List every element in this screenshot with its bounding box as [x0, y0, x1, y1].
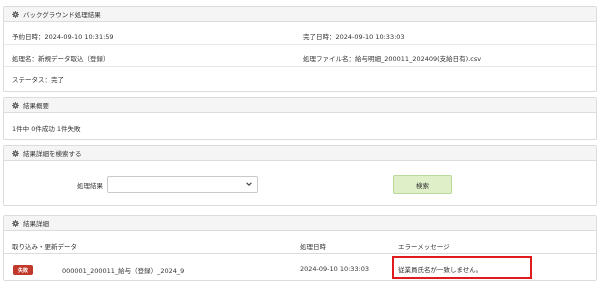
fail-badge: 失敗	[13, 265, 33, 275]
process-name: 処理名：新規データ取込（登録）	[12, 55, 110, 63]
summary-text: 1件中 0件成功 1件失敗	[12, 125, 81, 133]
panel-title: バックグラウンド処理結果	[23, 11, 101, 19]
search-button[interactable]: 検索	[393, 175, 452, 194]
divider	[4, 253, 596, 254]
gear-icon	[12, 219, 19, 227]
gear-icon	[12, 149, 19, 157]
panel-header: 結果詳細を検索する	[4, 146, 596, 161]
process-file-name: 処理ファイル名：給与明細_200011_202409(支給日有).csv	[303, 55, 482, 63]
background-result-panel: バックグラウンド処理結果 予約日時：2024-09-10 10:31:59 完了…	[3, 6, 597, 92]
row-error-message: 従業員氏名が一致しません。	[398, 266, 483, 274]
panel-header: バックグラウンド処理結果	[4, 7, 596, 22]
search-panel: 結果詳細を検索する 処理結果 検索	[3, 145, 597, 206]
gear-icon	[12, 10, 19, 18]
status-text: ステータス：完了	[12, 76, 64, 84]
column-header-processed-at: 処理日時	[300, 243, 326, 251]
completed-datetime: 完了日時：2024-09-10 10:33:03	[303, 33, 405, 41]
gear-icon	[12, 101, 19, 109]
divider	[4, 44, 596, 45]
scheduled-datetime: 予約日時：2024-09-10 10:31:59	[12, 33, 114, 41]
row-processed-at: 2024-09-10 10:33:03	[300, 265, 370, 273]
panel-header: 結果詳細	[4, 216, 596, 231]
column-header-data: 取り込み・更新データ	[12, 243, 77, 251]
divider	[4, 66, 596, 67]
detail-panel: 結果詳細 取り込み・更新データ 処理日時 エラーメッセージ 失敗 000001_…	[3, 215, 597, 281]
chevron-down-icon	[245, 180, 253, 188]
summary-panel: 結果概要 1件中 0件成功 1件失敗	[3, 97, 597, 140]
result-filter-label: 処理結果	[77, 182, 103, 190]
result-filter-select[interactable]	[107, 176, 258, 193]
panel-header: 結果概要	[4, 98, 596, 113]
panel-title: 結果詳細を検索する	[23, 150, 82, 158]
panel-title: 結果概要	[23, 102, 49, 110]
column-header-error: エラーメッセージ	[398, 243, 450, 251]
panel-title: 結果詳細	[23, 220, 49, 228]
row-data[interactable]: 000001_200011_給与（登録）_2024_9	[62, 265, 184, 275]
